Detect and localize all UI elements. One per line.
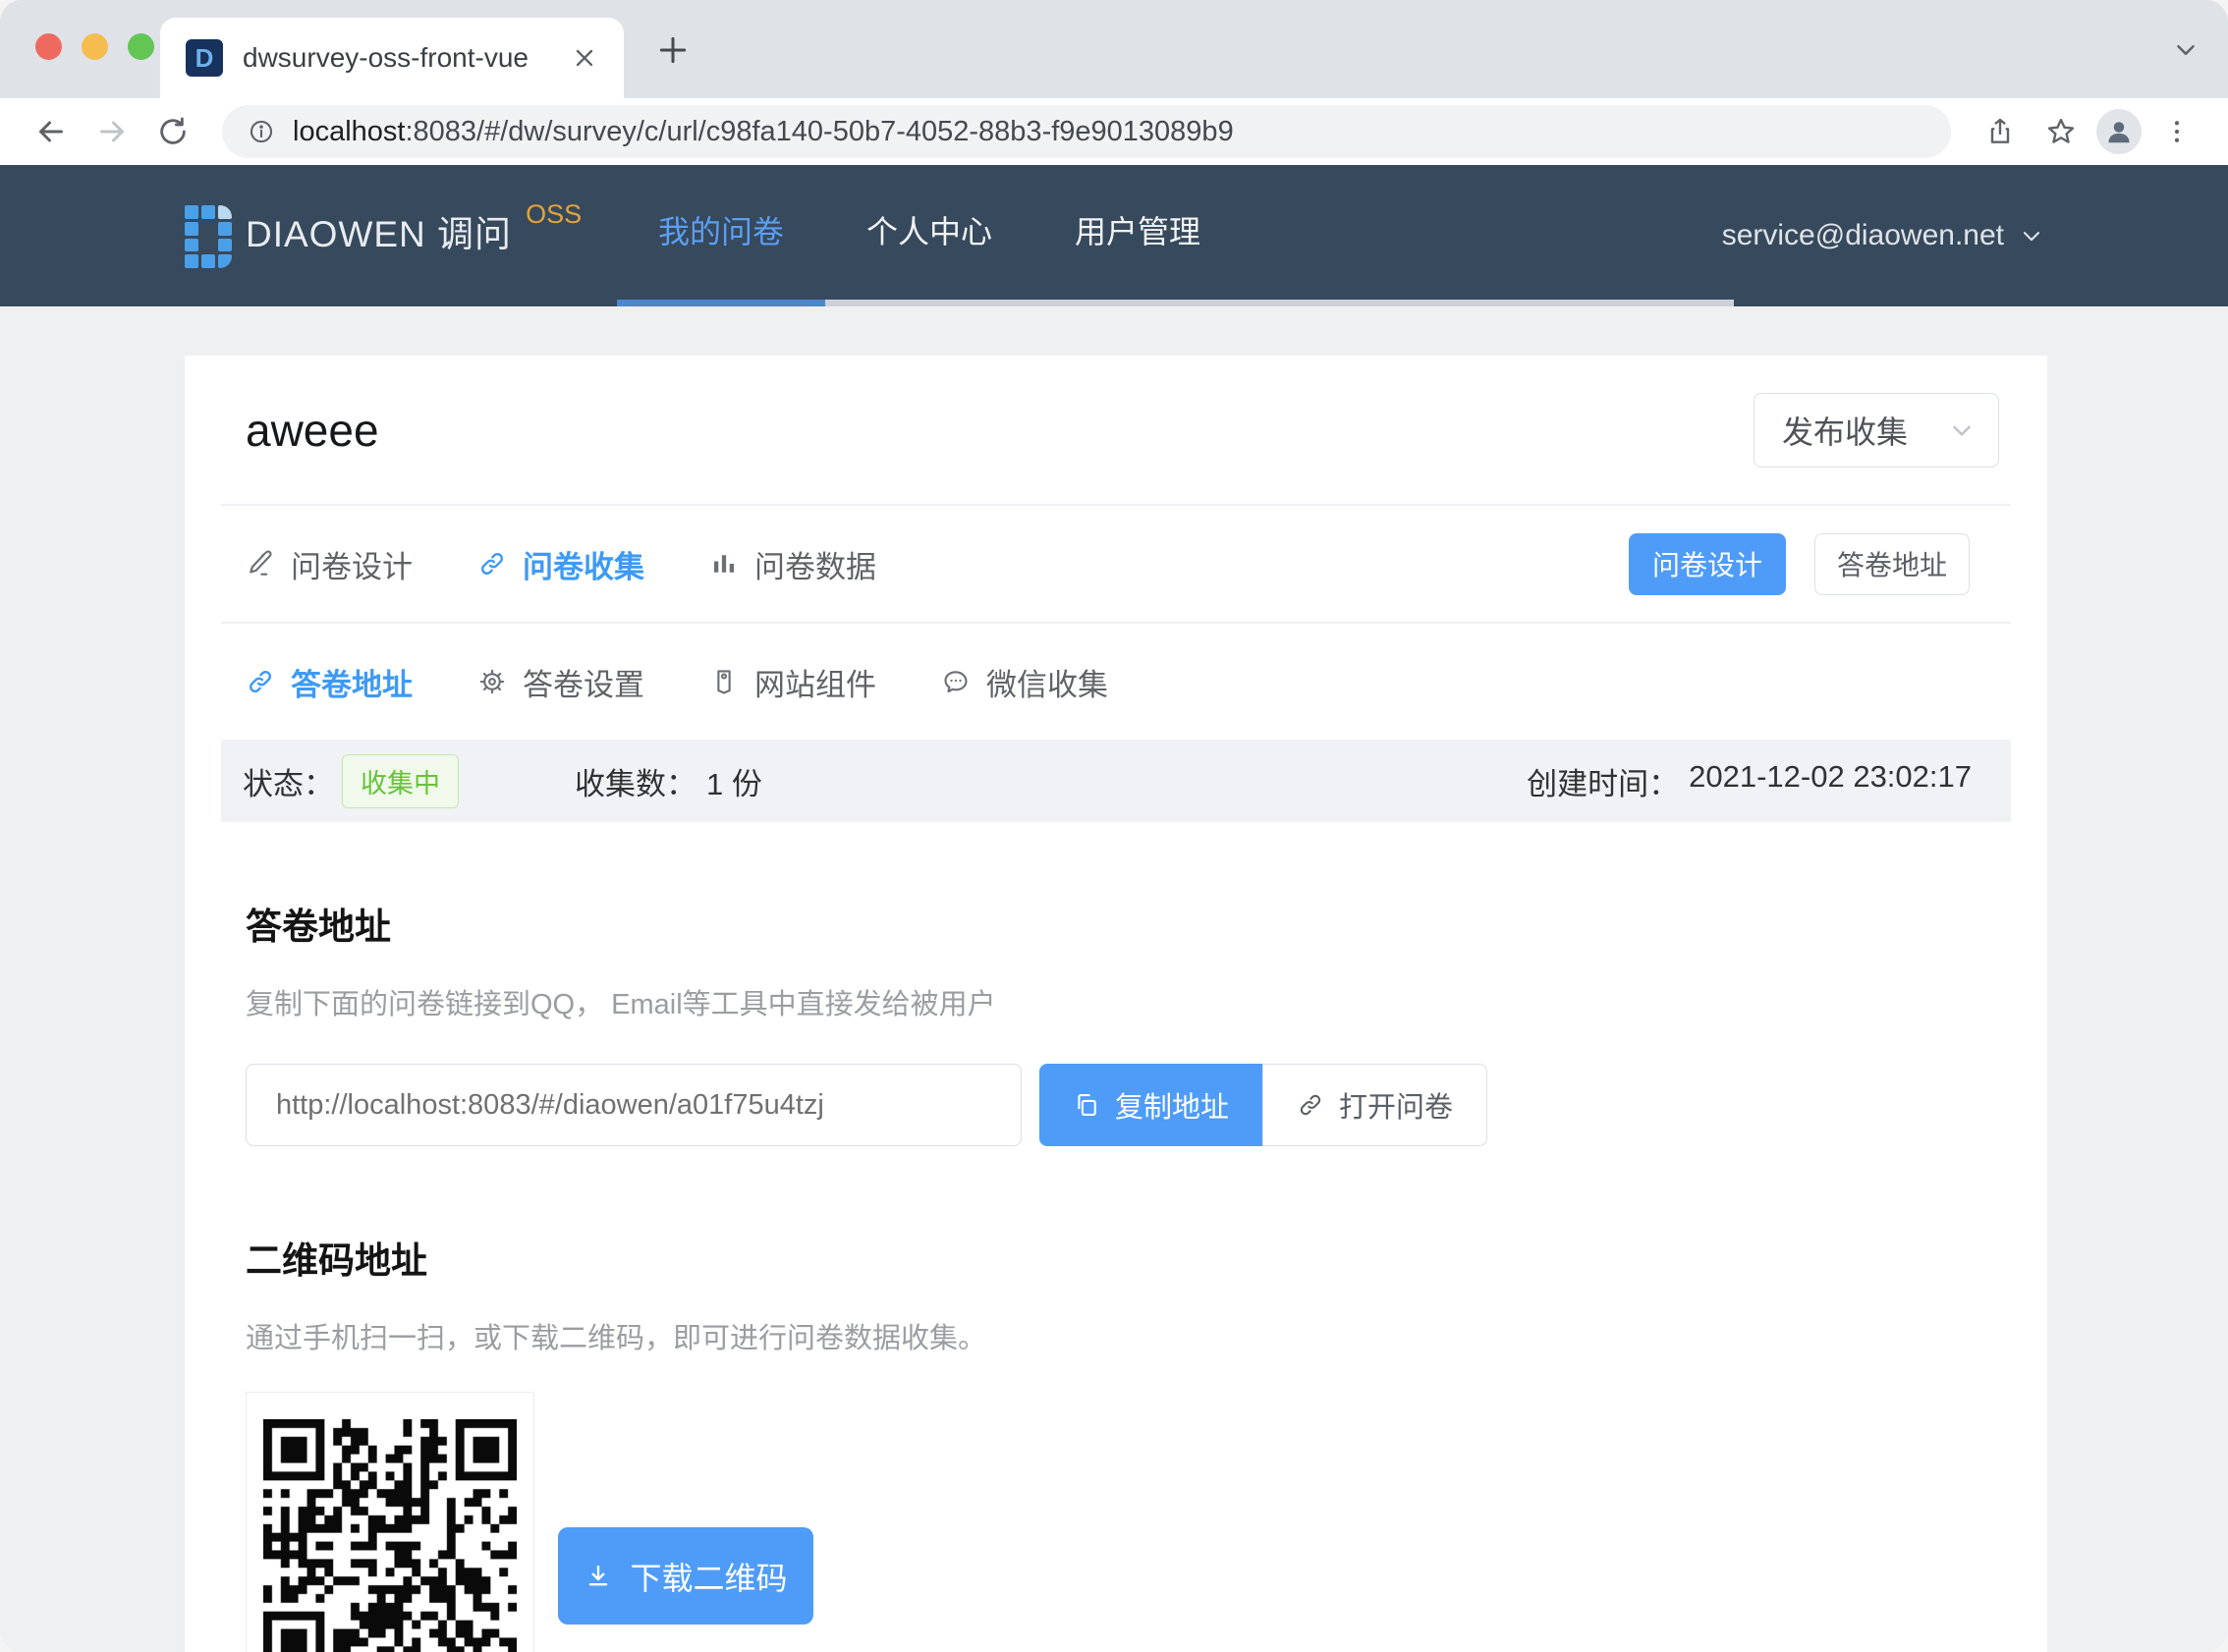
tab-label: 问卷数据: [754, 542, 876, 586]
qr-code-box: [246, 1392, 534, 1652]
status-label: 状态：: [243, 759, 334, 803]
tab-survey-collect[interactable]: 问卷收集: [477, 542, 644, 586]
close-tab-icon[interactable]: [571, 44, 598, 72]
select-chevron-icon: [1947, 415, 1977, 445]
app-header: DIAOWEN 调问 OSS 我的问卷 个人中心 用户管理 service@di…: [0, 165, 2228, 306]
nav-item-my-surveys[interactable]: 我的问卷: [617, 165, 825, 300]
nav-item-user-management[interactable]: 用户管理: [1033, 165, 1242, 300]
browser-menu-icon[interactable]: [2151, 106, 2202, 157]
gear-icon: [477, 667, 507, 696]
tag-icon: [709, 667, 739, 696]
copy-url-button[interactable]: 复制地址: [1039, 1064, 1262, 1146]
subtab-label: 答卷地址: [291, 660, 413, 704]
brand-badge: OSS: [526, 199, 582, 230]
survey-design-button[interactable]: 问卷设计: [1629, 533, 1786, 595]
download-qrcode-button[interactable]: 下载二维码: [558, 1527, 813, 1624]
survey-main-tabs: 问卷设计 问卷收集 问卷数据 问卷设计 答卷地址: [185, 506, 2047, 622]
subtab-label: 答卷设置: [523, 660, 644, 704]
tab-strip: D dwsurvey-oss-front-vue: [0, 0, 2228, 98]
chevron-down-icon: [2018, 222, 2045, 249]
nav-item-personal-center[interactable]: 个人中心: [825, 165, 1033, 300]
bar-chart-icon: [709, 549, 739, 578]
close-window-button[interactable]: [35, 33, 62, 60]
subtab-label: 微信收集: [986, 660, 1108, 704]
download-icon: [584, 1562, 613, 1591]
browser-tab[interactable]: D dwsurvey-oss-front-vue: [160, 18, 624, 98]
account-menu[interactable]: service@diaowen.net: [1722, 165, 2045, 306]
diaowen-logo-icon: [185, 205, 232, 268]
answer-url-button[interactable]: 答卷地址: [1814, 533, 1970, 595]
subtab-label: 网站组件: [754, 660, 876, 704]
count-value: 1 份: [706, 759, 762, 803]
publish-select-value: 发布收集: [1782, 408, 1908, 453]
tab-search-chevron-icon[interactable]: [2169, 33, 2202, 67]
publish-select[interactable]: 发布收集: [1754, 393, 1999, 468]
subtab-answer-settings[interactable]: 答卷设置: [477, 660, 644, 704]
profile-avatar[interactable]: [2096, 109, 2142, 154]
url-host: localhost: [293, 116, 405, 147]
tab-title: dwsurvey-oss-front-vue: [243, 42, 571, 74]
status-badge: 收集中: [342, 754, 459, 808]
qrcode-description: 通过手机扫一扫，或下载二维码，即可进行问卷数据收集。: [246, 1315, 1986, 1356]
created-label: 创建时间：: [1527, 759, 1679, 803]
survey-card: aweee 发布收集 问卷设计: [185, 356, 2047, 1652]
answer-url-description: 复制下面的问卷链接到QQ， Email等工具中直接发给被用户: [246, 981, 1986, 1022]
browser-toolbar: localhost:8083/#/dw/survey/c/url/c98fa14…: [0, 98, 2228, 165]
chat-bubble-icon: [941, 667, 971, 696]
browser-window: D dwsurvey-oss-front-vue loc: [0, 0, 2228, 1652]
minimize-window-button[interactable]: [82, 33, 108, 60]
window-controls: [35, 33, 154, 60]
open-button-label: 打开问卷: [1339, 1084, 1453, 1126]
url-bar[interactable]: localhost:8083/#/dw/survey/c/url/c98fa14…: [222, 105, 1951, 158]
status-bar: 状态： 收集中 收集数： 1 份 创建时间： 2021-12-02 23:02:…: [221, 740, 2011, 822]
link-icon: [1297, 1091, 1324, 1119]
copy-icon: [1073, 1091, 1100, 1119]
tab-label: 问卷设计: [291, 542, 413, 586]
link-icon: [246, 667, 275, 696]
app-nav: 我的问卷 个人中心 用户管理: [617, 165, 1242, 300]
account-email: service@diaowen.net: [1722, 219, 2004, 252]
survey-link-input[interactable]: [246, 1064, 1022, 1146]
subtab-site-widget[interactable]: 网站组件: [709, 660, 876, 704]
new-tab-icon[interactable]: [648, 26, 697, 75]
download-button-label: 下载二维码: [630, 1554, 787, 1599]
qrcode-section: 二维码地址 通过手机扫一扫，或下载二维码，即可进行问卷数据收集。 下载二维码: [185, 1146, 2047, 1652]
subtab-wechat-collect[interactable]: 微信收集: [941, 660, 1108, 704]
bookmark-star-icon[interactable]: [2035, 106, 2087, 157]
brand-logo[interactable]: DIAOWEN 调问 OSS: [185, 203, 582, 268]
tab-survey-design[interactable]: 问卷设计: [246, 542, 413, 586]
created-value: 2021-12-02 23:02:17: [1689, 759, 1972, 803]
tab-survey-data[interactable]: 问卷数据: [709, 542, 876, 586]
favicon-icon: D: [186, 39, 223, 77]
tab-label: 问卷收集: [523, 542, 644, 586]
qrcode-heading: 二维码地址: [246, 1231, 1986, 1284]
survey-title: aweee: [246, 404, 379, 457]
answer-url-heading: 答卷地址: [246, 897, 1986, 950]
brand-name: DIAOWEN 调问: [246, 203, 512, 266]
pencil-icon: [246, 549, 275, 578]
copy-button-label: 复制地址: [1115, 1084, 1229, 1126]
site-info-icon[interactable]: [248, 118, 275, 145]
collect-sub-tabs: 答卷地址 答卷设置 网站组件: [185, 624, 2047, 740]
url-text: localhost:8083/#/dw/survey/c/url/c98fa14…: [293, 116, 1234, 148]
open-survey-button[interactable]: 打开问卷: [1262, 1064, 1487, 1146]
share-icon[interactable]: [1975, 106, 2026, 157]
nav-active-underline: [617, 300, 825, 306]
link-icon: [477, 549, 507, 578]
main-area: aweee 发布收集 问卷设计: [0, 306, 2228, 1652]
count-label: 收集数：: [575, 759, 696, 803]
back-icon[interactable]: [26, 106, 77, 157]
reload-icon[interactable]: [147, 106, 198, 157]
answer-url-section: 答卷地址 复制下面的问卷链接到QQ， Email等工具中直接发给被用户 复制地址: [185, 822, 2047, 1146]
maximize-window-button[interactable]: [128, 33, 154, 60]
subtab-answer-url[interactable]: 答卷地址: [246, 660, 413, 704]
qr-code: [263, 1419, 517, 1652]
forward-icon[interactable]: [86, 106, 138, 157]
url-path: :8083/#/dw/survey/c/url/c98fa140-50b7-40…: [405, 116, 1233, 147]
